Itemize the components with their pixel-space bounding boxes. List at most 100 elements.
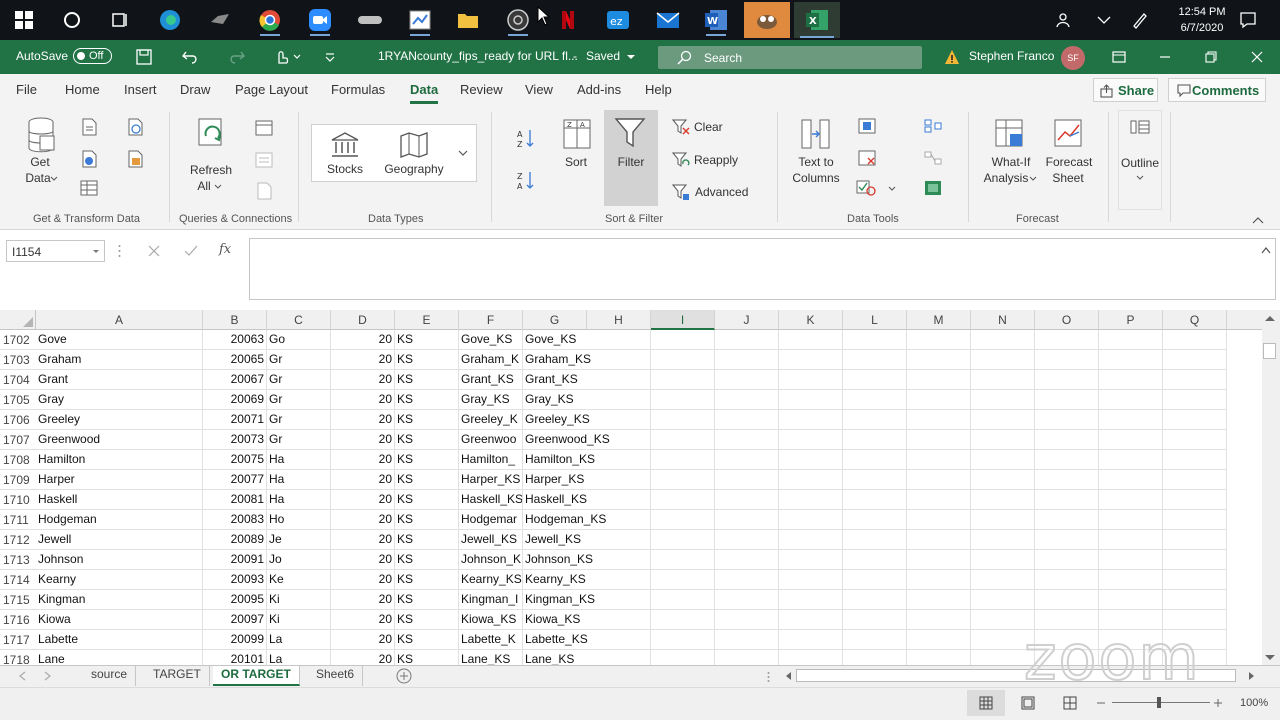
empty-cell[interactable] — [907, 550, 971, 570]
cell-b[interactable]: 20073 — [203, 430, 267, 450]
empty-cell[interactable] — [587, 390, 651, 410]
geography-label[interactable]: Geography — [383, 161, 445, 177]
cell-b[interactable]: 20065 — [203, 350, 267, 370]
cell-c[interactable]: Gr — [267, 430, 331, 450]
cell-b[interactable]: 20069 — [203, 390, 267, 410]
zoom-slider[interactable] — [1112, 702, 1210, 703]
edge-icon[interactable] — [154, 4, 186, 36]
empty-cell[interactable] — [587, 430, 651, 450]
column-header-n[interactable]: N — [971, 310, 1035, 330]
what-if-analysis-icon[interactable] — [994, 118, 1026, 150]
empty-cell[interactable] — [907, 510, 971, 530]
empty-cell[interactable] — [907, 410, 971, 430]
tab-draw[interactable]: Draw — [180, 82, 210, 97]
empty-cell[interactable] — [715, 410, 779, 430]
empty-cell[interactable] — [907, 350, 971, 370]
cell-c[interactable]: Jo — [267, 550, 331, 570]
cell-d[interactable]: 20 — [331, 450, 395, 470]
cell-c[interactable]: Ke — [267, 570, 331, 590]
empty-cell[interactable] — [843, 330, 907, 350]
cell-d[interactable]: 20 — [331, 590, 395, 610]
cell-e[interactable]: KS — [395, 470, 459, 490]
tab-add-ins[interactable]: Add-ins — [577, 82, 621, 97]
cell-g[interactable]: Greenwood_KS — [523, 430, 610, 450]
empty-cell[interactable] — [779, 390, 843, 410]
empty-cell[interactable] — [651, 590, 715, 610]
cell-f[interactable]: Jewell_KS — [459, 530, 523, 550]
column-header-f[interactable]: F — [459, 310, 523, 330]
cell-g[interactable]: Graham_KS — [523, 350, 591, 370]
cell-c[interactable]: Ho — [267, 510, 331, 530]
empty-cell[interactable] — [587, 490, 651, 510]
row-header[interactable]: 1713 — [0, 550, 36, 570]
share-button[interactable]: Share — [1093, 78, 1158, 102]
from-web-icon[interactable] — [80, 150, 98, 168]
text-to-columns-label-2[interactable]: Columns — [788, 170, 844, 186]
cell-f[interactable]: Greeley_K — [459, 410, 523, 430]
comments-button[interactable]: Comments — [1168, 78, 1266, 102]
edit-links-icon[interactable] — [255, 182, 273, 200]
cell-c[interactable]: Je — [267, 530, 331, 550]
empty-cell[interactable] — [1035, 470, 1099, 490]
row-header[interactable]: 1702 — [0, 330, 36, 350]
empty-cell[interactable] — [1035, 550, 1099, 570]
empty-cell[interactable] — [971, 410, 1035, 430]
empty-cell[interactable] — [587, 370, 651, 390]
empty-cell[interactable] — [971, 550, 1035, 570]
sheet-tab-sheet6[interactable]: Sheet6 — [308, 666, 364, 686]
empty-cell[interactable] — [907, 330, 971, 350]
word-icon[interactable]: W — [700, 4, 732, 36]
cell-d[interactable]: 20 — [331, 430, 395, 450]
normal-view-button[interactable] — [967, 690, 1005, 716]
cell-b[interactable]: 20083 — [203, 510, 267, 530]
cell-b[interactable]: 20095 — [203, 590, 267, 610]
zoom-slider-thumb[interactable] — [1157, 697, 1161, 708]
empty-cell[interactable] — [907, 470, 971, 490]
empty-cell[interactable] — [779, 570, 843, 590]
cell-a[interactable]: Lane — [36, 650, 203, 665]
tab-review[interactable]: Review — [460, 82, 503, 97]
reapply-icon[interactable] — [672, 151, 690, 169]
chevron-down-icon[interactable] — [1029, 176, 1037, 182]
column-header-a[interactable]: A — [36, 310, 203, 330]
cell-f[interactable]: Greenwoo — [459, 430, 523, 450]
cell-d[interactable]: 20 — [331, 370, 395, 390]
chevron-down-icon[interactable] — [214, 184, 222, 190]
cell-e[interactable]: KS — [395, 330, 459, 350]
empty-cell[interactable] — [715, 370, 779, 390]
undo-icon[interactable] — [179, 46, 201, 68]
task-view-icon[interactable] — [104, 4, 136, 36]
game-app-icon[interactable] — [204, 4, 236, 36]
cell-a[interactable]: Jewell — [36, 530, 203, 550]
empty-cell[interactable] — [907, 570, 971, 590]
restore-icon[interactable] — [1200, 46, 1222, 68]
what-if-label-2[interactable]: Analysis — [982, 170, 1030, 186]
cell-e[interactable]: KS — [395, 510, 459, 530]
empty-cell[interactable] — [907, 530, 971, 550]
sort-icon[interactable]: ZA — [562, 118, 592, 150]
cell-a[interactable]: Greeley — [36, 410, 203, 430]
cell-a[interactable]: Hodgeman — [36, 510, 203, 530]
user-name[interactable]: Stephen Franco — [969, 49, 1054, 63]
empty-cell[interactable] — [843, 530, 907, 550]
scroll-up-icon[interactable] — [1264, 314, 1276, 322]
empty-cell[interactable] — [779, 330, 843, 350]
empty-cell[interactable] — [715, 650, 779, 665]
cell-g[interactable]: Lane_KS — [523, 650, 587, 665]
save-icon[interactable] — [133, 46, 155, 68]
cortana-icon[interactable] — [56, 4, 88, 36]
ribbon-display-icon[interactable] — [1108, 46, 1130, 68]
flash-fill-icon[interactable] — [858, 118, 876, 134]
cell-d[interactable]: 20 — [331, 530, 395, 550]
cell-e[interactable]: KS — [395, 370, 459, 390]
close-icon[interactable] — [1246, 46, 1268, 68]
empty-cell[interactable] — [843, 410, 907, 430]
cell-f[interactable]: Grant_KS — [459, 370, 523, 390]
empty-cell[interactable] — [971, 490, 1035, 510]
empty-cell[interactable] — [651, 470, 715, 490]
empty-cell[interactable] — [715, 550, 779, 570]
column-header-q[interactable]: Q — [1163, 310, 1227, 330]
empty-cell[interactable] — [907, 490, 971, 510]
recent-sources-icon[interactable] — [126, 118, 144, 136]
row-header[interactable]: 1706 — [0, 410, 36, 430]
